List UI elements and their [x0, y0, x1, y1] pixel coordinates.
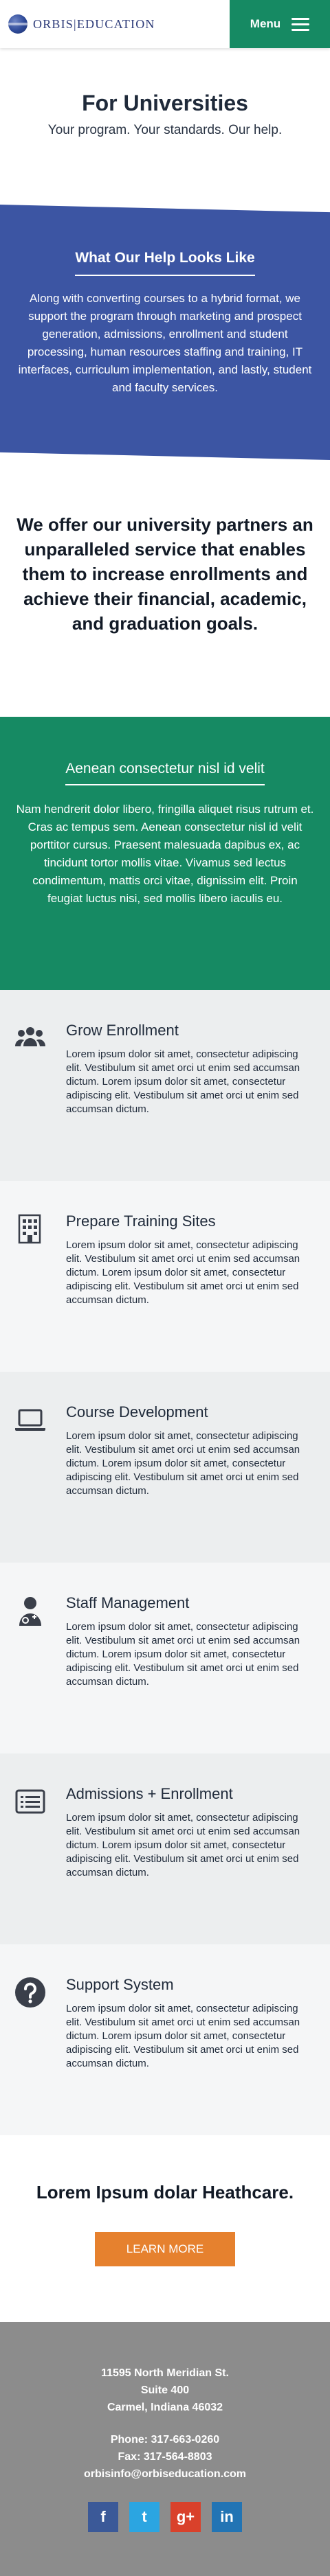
phone[interactable]: Phone: 317-663-0260 [14, 2431, 316, 2448]
service-title: Staff Management [66, 1594, 190, 1611]
page-title: For Universities [82, 91, 248, 115]
service-body: Lorem ipsum dolor sit amet, consectetur … [66, 1812, 300, 1878]
help-body: Along with converting courses to a hybri… [18, 292, 312, 394]
building-icon [14, 1212, 52, 1372]
service-training-sites: Prepare Training Sites Lorem ipsum dolor… [0, 1181, 330, 1372]
contact-info: Phone: 317-663-0260 Fax: 317-564-8803 or… [14, 2431, 316, 2483]
logo[interactable]: ORBIS|EDUCATION [0, 0, 230, 48]
address-line: Carmel, Indiana 46032 [107, 2402, 223, 2413]
service-body: Lorem ipsum dolor sit amet, consectetur … [66, 2003, 300, 2069]
list-alt-icon [14, 1785, 52, 1944]
group-icon [14, 1022, 52, 1181]
user-doctor-icon [14, 1594, 52, 1753]
help-heading: What Our Help Looks Like [75, 250, 255, 276]
help-section: What Our Help Looks Like Along with conv… [0, 205, 330, 460]
address-line: 11595 North Meridian St. [101, 2367, 229, 2379]
service-body: Lorem ipsum dolor sit amet, consectetur … [66, 1430, 300, 1497]
address: 11595 North Meridian St. Suite 400 Carme… [14, 2365, 316, 2416]
service-body: Lorem ipsum dolor sit amet, consectetur … [66, 1621, 300, 1688]
service-support-system: Support System Lorem ipsum dolor sit ame… [0, 1944, 330, 2135]
service-title: Grow Enrollment [66, 1022, 179, 1039]
hamburger-icon [292, 17, 310, 31]
service-title: Prepare Training Sites [66, 1212, 216, 1230]
site-footer: 11595 North Meridian St. Suite 400 Carme… [0, 2322, 330, 2576]
fax: Fax: 317-564-8803 [118, 2451, 212, 2463]
statement-text: We offer our university partners an unpa… [16, 514, 314, 634]
info-heading: Aenean consectetur nisl id velit [65, 761, 265, 785]
globe-icon [8, 14, 28, 34]
service-body: Lorem ipsum dolor sit amet, consectetur … [66, 1048, 300, 1115]
value-statement: We offer our university partners an unpa… [0, 460, 330, 717]
social-links: f t g+ in [14, 2502, 316, 2532]
service-course-development: Course Development Lorem ipsum dolor sit… [0, 1372, 330, 1563]
learn-more-button[interactable]: LEARN MORE [94, 2232, 236, 2266]
info-section: Aenean consectetur nisl id velit Nam hen… [0, 717, 330, 990]
facebook-icon[interactable]: f [88, 2502, 118, 2532]
menu-label: Menu [250, 17, 281, 30]
menu-button[interactable]: Menu [230, 0, 330, 48]
linkedin-icon[interactable]: in [212, 2502, 242, 2532]
email-link[interactable]: orbisinfo@orbiseducation.com [14, 2465, 316, 2483]
info-body: Nam hendrerit dolor libero, fringilla al… [16, 803, 314, 905]
hero: For Universities Your program. Your stan… [0, 48, 330, 205]
service-grow-enrollment: Grow Enrollment Lorem ipsum dolor sit am… [0, 990, 330, 1181]
address-line: Suite 400 [140, 2384, 190, 2396]
cta-heading: Lorem Ipsum dolar Heathcare. [36, 2182, 294, 2203]
laptop-icon [14, 1403, 52, 1563]
google-plus-icon[interactable]: g+ [170, 2502, 201, 2532]
service-title: Course Development [66, 1403, 208, 1421]
service-title: Admissions + Enrollment [66, 1785, 233, 1802]
site-header: ORBIS|EDUCATION Menu [0, 0, 330, 48]
service-body: Lorem ipsum dolor sit amet, consectetur … [66, 1239, 300, 1306]
service-staff-management: Staff Management Lorem ipsum dolor sit a… [0, 1563, 330, 1753]
question-circle-icon [14, 1976, 52, 2135]
service-title: Support System [66, 1976, 174, 1993]
cta-section: Lorem Ipsum dolar Heathcare. LEARN MORE [0, 2135, 330, 2322]
page-subtitle: Your program. Your standards. Our help. [47, 123, 283, 137]
logo-text: ORBIS|EDUCATION [33, 16, 155, 31]
twitter-icon[interactable]: t [129, 2502, 160, 2532]
service-admissions-enrollment: Admissions + Enrollment Lorem ipsum dolo… [0, 1753, 330, 1944]
